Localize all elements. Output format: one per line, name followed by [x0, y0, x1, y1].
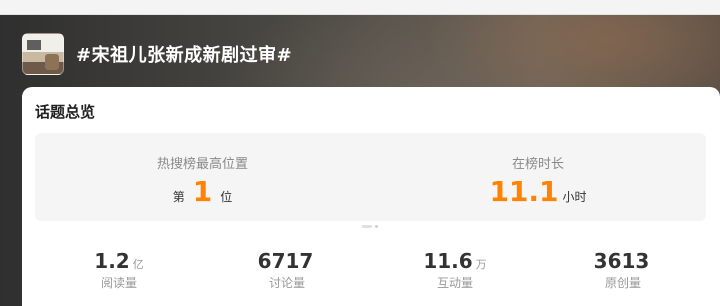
metric-original-value: 3613 — [593, 249, 650, 273]
duration-value: 11.1 — [489, 175, 559, 208]
metric-read-unit: 亿 — [132, 258, 144, 271]
duration-label: 在榜时长 — [511, 157, 564, 172]
duration-value-line: 11.1 小时 — [370, 177, 706, 207]
ranking-panel: 热搜榜最高位置 第 1 位 在榜时长 11.1 小时 — [35, 133, 706, 221]
metric-read-label: 阅读量 — [100, 276, 137, 290]
hot-search-value-line: 第 1 位 — [35, 177, 370, 207]
duration-stat: 在榜时长 11.1 小时 — [370, 133, 706, 221]
hot-search-prefix: 第 — [172, 190, 185, 204]
metric-original-label: 原创量 — [604, 276, 641, 290]
hot-search-rank: 1 — [192, 175, 213, 208]
metric-read: 1.2 亿 阅读量 — [35, 249, 203, 291]
hot-search-label: 热搜榜最高位置 — [156, 157, 248, 172]
metrics-row: 1.2 亿 阅读量 6717 讨论量 11.6 万 互动量 3613 原创量 — [35, 249, 706, 306]
topic-header: #宋祖儿张新成新剧过审# — [22, 33, 292, 75]
topic-thumbnail[interactable] — [22, 33, 64, 75]
metric-original: 3613 原创量 — [539, 249, 707, 291]
topic-title[interactable]: #宋祖儿张新成新剧过审# — [76, 41, 292, 67]
overview-card: 话题总览 热搜榜最高位置 第 1 位 在榜时长 11.1 小时 1.2 亿 阅读… — [22, 87, 720, 306]
topic-page: #宋祖儿张新成新剧过审# 话题总览 热搜榜最高位置 第 1 位 在榜时长 11.… — [0, 0, 720, 306]
hot-search-stat: 热搜榜最高位置 第 1 位 — [35, 133, 370, 221]
metric-discuss-label: 讨论量 — [268, 276, 305, 290]
carousel-indicator[interactable] — [362, 225, 378, 228]
hot-search-suffix: 位 — [220, 190, 233, 204]
metric-discuss: 6717 讨论量 — [203, 249, 371, 291]
metric-interact-value: 11.6 — [423, 249, 473, 273]
browser-top-strip — [0, 0, 720, 15]
metric-interact-label: 互动量 — [436, 276, 473, 290]
metric-discuss-value: 6717 — [257, 249, 314, 273]
metric-read-value: 1.2 — [94, 249, 130, 273]
metric-interact-unit: 万 — [475, 258, 487, 271]
carousel-dot-active[interactable] — [362, 225, 372, 228]
duration-suffix: 小时 — [562, 190, 587, 204]
overview-heading: 话题总览 — [35, 103, 96, 121]
carousel-dot[interactable] — [375, 225, 378, 228]
metric-interact: 11.6 万 互动量 — [371, 249, 539, 291]
